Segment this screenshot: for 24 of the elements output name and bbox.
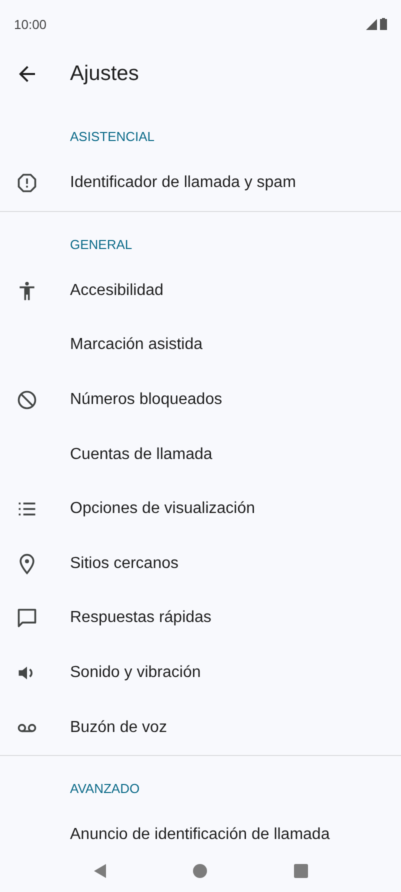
settings-item[interactable]: Buzón de voz bbox=[70, 718, 167, 737]
screen-title: Ajustes bbox=[70, 62, 139, 86]
settings-item[interactable]: Sonido y vibración bbox=[70, 664, 201, 682]
status-time: 10:00 bbox=[14, 16, 47, 32]
settings-item[interactable]: Anuncio de identificación de llamada bbox=[70, 826, 330, 844]
nav-home-icon[interactable] bbox=[192, 863, 208, 879]
settings-item[interactable]: Respuestas rápidas bbox=[70, 609, 212, 628]
battery-icon bbox=[380, 18, 387, 30]
alert-icon bbox=[16, 172, 38, 194]
section-header: ASISTENCIAL bbox=[70, 129, 155, 144]
section-header: AVANZADO bbox=[70, 780, 140, 796]
chat-bubble-icon bbox=[16, 607, 38, 630]
settings-item[interactable]: Opciones de visualización bbox=[70, 500, 255, 518]
signal-icon bbox=[366, 18, 377, 30]
settings-item[interactable]: Sitios cercanos bbox=[70, 554, 178, 573]
settings-item[interactable]: Cuentas de llamada bbox=[70, 446, 212, 464]
section-header: GENERAL bbox=[70, 236, 132, 252]
nav-back-icon[interactable] bbox=[92, 863, 108, 879]
settings-item[interactable]: Marcación asistida bbox=[70, 336, 202, 354]
settings-item[interactable]: Accesibilidad bbox=[70, 282, 164, 300]
settings-item[interactable]: Identificador de llamada y spam bbox=[70, 174, 296, 192]
settings-item[interactable]: Números bloqueados bbox=[70, 391, 222, 410]
block-icon bbox=[16, 389, 38, 412]
nav-recents-icon[interactable] bbox=[292, 863, 309, 879]
